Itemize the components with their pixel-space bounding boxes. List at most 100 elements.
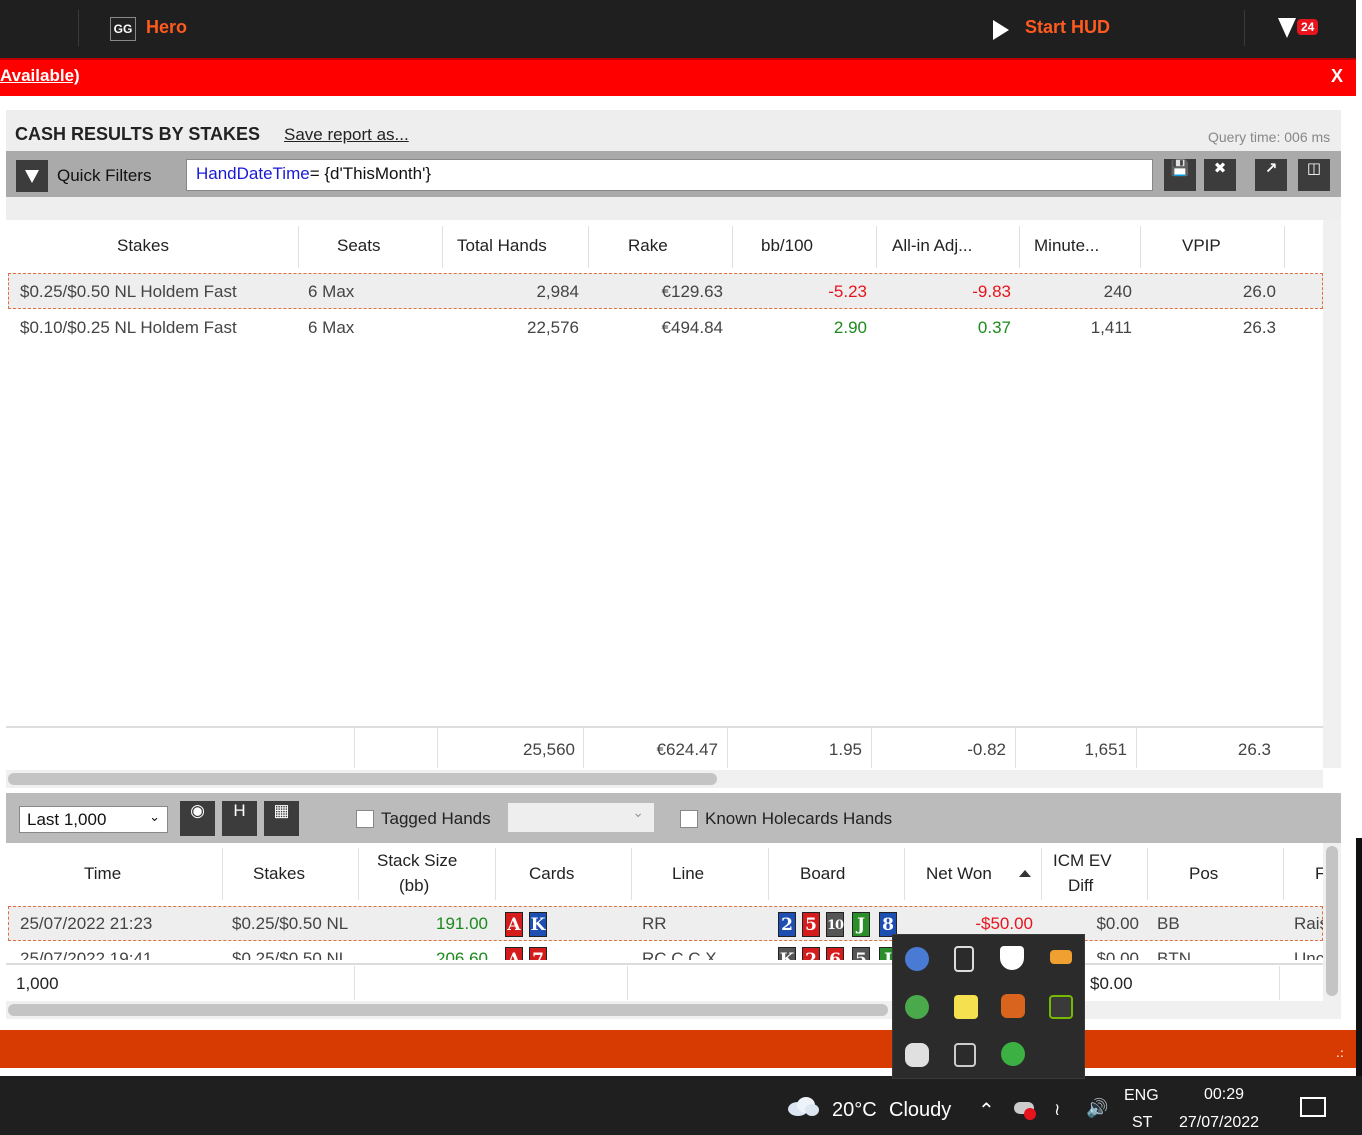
column-header-minutes[interactable]: Minute... (1034, 236, 1099, 256)
office-icon[interactable] (1001, 994, 1025, 1018)
column-header-stack-size[interactable]: Stack Size (377, 851, 457, 871)
hand-row-right[interactable]: $0.00 BTN Unc (1085, 941, 1323, 960)
banner-close-button[interactable]: X (1331, 66, 1343, 87)
usb-drive-icon[interactable] (954, 946, 974, 972)
tagged-hands-checkbox[interactable] (356, 810, 374, 828)
hero-selector[interactable]: Hero (146, 17, 187, 38)
cell-bb100: 2.90 (833, 318, 867, 337)
column-header-bb100[interactable]: bb/100 (761, 236, 813, 256)
divider (631, 848, 632, 900)
hands-count: 1,000 (16, 974, 59, 993)
board-card: K (778, 947, 796, 960)
keyboard-indicator[interactable]: ST (1132, 1114, 1152, 1132)
weather-description[interactable]: Cloudy (889, 1099, 951, 1122)
language-indicator[interactable]: ENG (1124, 1087, 1159, 1105)
total-icm: $0.00 (1090, 974, 1133, 993)
clock-time[interactable]: 00:29 (1204, 1086, 1244, 1104)
divider (727, 728, 728, 768)
resize-grip-icon[interactable]: .: (1336, 1046, 1344, 1060)
cell-vpip: 26.0 (1242, 282, 1276, 301)
security-shield-icon[interactable] (1000, 946, 1024, 970)
hand-row[interactable]: 25/07/2022 19:41 $0.25/$0.50 NL 206.60 A… (8, 941, 892, 960)
divider (871, 728, 872, 768)
report-title: CASH RESULTS BY STAKES (15, 124, 261, 144)
hand-count-select[interactable]: Last 1,000 ⌄ (19, 806, 168, 833)
cell-stakes: $0.10/$0.25 NL Holdem Fast (20, 318, 237, 337)
cell-stakes: $0.25/$0.50 NL Holdem Fast (20, 282, 237, 301)
scrollbar-thumb[interactable] (8, 773, 717, 785)
discord-icon[interactable] (905, 1043, 929, 1067)
divider (358, 848, 359, 900)
notification-center-icon[interactable] (1300, 1097, 1326, 1117)
scrollbar-thumb[interactable] (8, 1004, 888, 1016)
column-header-pos[interactable]: Pos (1189, 864, 1218, 884)
outer-scrollbar[interactable] (1356, 838, 1362, 1076)
column-header-vpip[interactable]: VPIP (1182, 236, 1221, 256)
volume-icon[interactable]: 🔊 (1086, 1098, 1108, 1119)
divider (588, 226, 589, 268)
column-header-net-won[interactable]: Net Won (926, 864, 992, 884)
column-header-cards[interactable]: Cards (529, 864, 574, 884)
banner-link[interactable]: Available) (0, 66, 80, 86)
divider (904, 848, 905, 900)
cell-hands: 2,984 (536, 282, 579, 301)
start-hud-button[interactable]: Start HUD (1025, 17, 1110, 38)
grid-icon[interactable]: ▦ (264, 801, 299, 836)
hole-card: A (505, 947, 523, 960)
quick-filters-label[interactable]: Quick Filters (57, 166, 151, 186)
h-button[interactable]: H (222, 801, 257, 836)
column-header-rake[interactable]: Rake (628, 236, 668, 256)
camera-icon[interactable] (954, 1043, 976, 1067)
clock-date[interactable]: 27/07/2022 (1179, 1114, 1259, 1132)
known-holecards-label: Known Holecards Hands (705, 809, 893, 828)
browser-tray-icon[interactable] (905, 947, 929, 971)
column-header-line[interactable]: Line (672, 864, 704, 884)
filter-value: = {d'ThisMonth'} (309, 164, 432, 183)
tag-select[interactable] (507, 802, 655, 833)
utorrent-icon[interactable] (905, 995, 929, 1019)
cell-stack: 191.00 (436, 914, 488, 933)
board-card: 5 (802, 912, 820, 937)
cell-stakes: $0.25/$0.50 NL (232, 914, 349, 933)
clear-filter-icon[interactable]: ✖ (1204, 159, 1236, 191)
divider (442, 226, 443, 268)
scrollbar-thumb[interactable] (1326, 846, 1338, 996)
save-filter-icon[interactable]: 💾 (1164, 159, 1196, 191)
column-header-stakes[interactable]: Stakes (253, 864, 305, 884)
divider (1019, 226, 1020, 268)
cell-seats: 6 Max (308, 282, 355, 301)
replay-icon[interactable]: ◉ (180, 801, 215, 836)
weather-temperature[interactable]: 20°C (832, 1099, 877, 1122)
show-hidden-icons-icon[interactable]: ⌃ (978, 1098, 995, 1122)
quick-filter-icon[interactable] (16, 160, 48, 192)
column-header-stakes[interactable]: Stakes (117, 236, 169, 256)
divider (495, 848, 496, 900)
cell-pos: BTN (1157, 949, 1191, 960)
divider (1041, 848, 1042, 900)
known-holecards-checkbox[interactable] (680, 810, 698, 828)
column-header-seats[interactable]: Seats (337, 236, 380, 256)
hole-card: K (529, 912, 547, 937)
column-header-time[interactable]: Time (84, 864, 121, 884)
play-icon[interactable] (993, 20, 1009, 40)
column-header-icm-ev[interactable]: ICM EV (1053, 851, 1112, 871)
sticky-notes-icon[interactable] (954, 995, 978, 1019)
layout-icon[interactable]: ◫ (1298, 159, 1330, 191)
hand-count-value: Last 1,000 (27, 810, 107, 829)
app-tray-icon[interactable] (1050, 950, 1072, 964)
filter-funnel-icon[interactable] (1278, 18, 1296, 38)
check-status-icon[interactable] (1001, 1042, 1025, 1066)
column-header-board[interactable]: Board (800, 864, 845, 884)
vertical-scrollbar[interactable] (1323, 220, 1341, 768)
chart-icon[interactable]: ↗ (1255, 159, 1287, 191)
nvidia-icon[interactable] (1049, 995, 1073, 1019)
wifi-icon[interactable]: ≀ (1054, 1100, 1060, 1120)
cell-allin: -9.83 (972, 282, 1011, 301)
board-card: J (852, 912, 870, 937)
column-header-allin-adj[interactable]: All-in Adj... (892, 236, 972, 256)
column-header-total-hands[interactable]: Total Hands (457, 236, 547, 256)
cloud-icon[interactable] (786, 1095, 820, 1117)
save-report-link[interactable]: Save report as... (284, 125, 409, 145)
filter-expression-input[interactable]: HandDateTime= {d'ThisMonth'} (186, 159, 1153, 191)
column-header-icm-diff: Diff (1068, 876, 1094, 895)
